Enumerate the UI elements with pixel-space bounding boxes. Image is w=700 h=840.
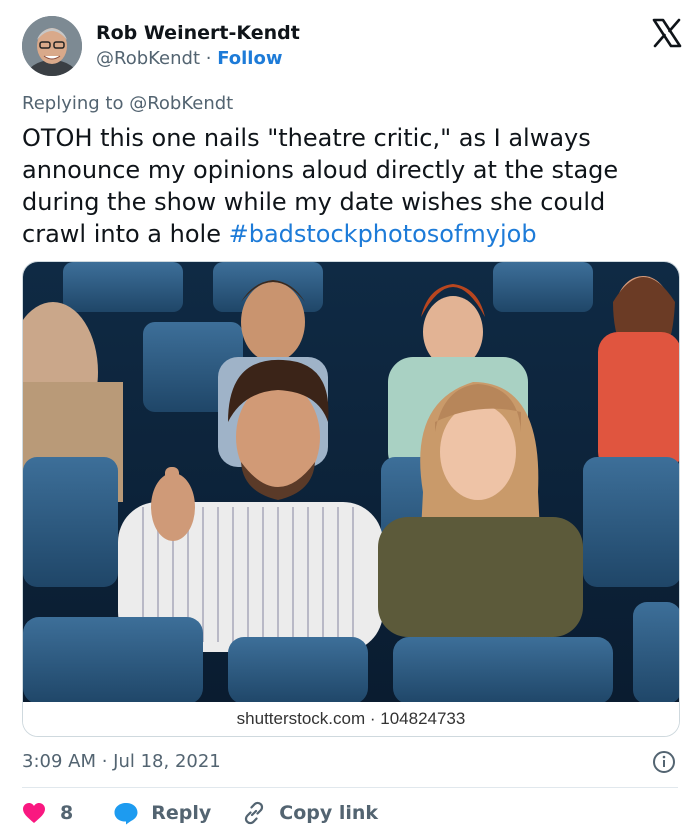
- replying-to: Replying to @RobKendt: [22, 93, 233, 114]
- tweet-photo[interactable]: shutterstock.com · 104824733: [22, 261, 680, 737]
- handle-separator: ·: [200, 48, 218, 69]
- theater-photo: [23, 262, 679, 704]
- tweet-timestamp[interactable]: 3:09 AM · Jul 18, 2021: [22, 751, 221, 772]
- reply-label: Reply: [151, 802, 212, 824]
- copy-link-label: Copy link: [279, 802, 379, 824]
- tweet-text: OTOH this one nails "theatre critic," as…: [22, 122, 672, 250]
- divider: [22, 787, 678, 788]
- author-handle-row: @RobKendt · Follow: [96, 48, 282, 69]
- follow-button[interactable]: Follow: [217, 48, 282, 69]
- tweet-header: Rob Weinert-Kendt @RobKendt · Follow: [22, 16, 682, 78]
- author-handle[interactable]: @RobKendt: [96, 48, 200, 69]
- author-name[interactable]: Rob Weinert-Kendt: [96, 22, 300, 44]
- like-button[interactable]: 8: [22, 802, 73, 824]
- replying-mention[interactable]: @RobKendt: [129, 93, 233, 114]
- photo-watermark: shutterstock.com · 104824733: [23, 702, 679, 736]
- copy-link-button[interactable]: Copy link: [241, 800, 378, 826]
- link-icon: [245, 801, 264, 825]
- avatar[interactable]: [22, 16, 82, 76]
- action-bar: 8 Reply Copy link: [22, 798, 378, 828]
- x-logo-icon[interactable]: [652, 18, 682, 48]
- reply-button[interactable]: Reply: [113, 801, 211, 825]
- replying-prefix: Replying to: [22, 93, 130, 114]
- like-count: 8: [60, 802, 74, 824]
- hashtag-link[interactable]: #badstockphotosofmyjob: [229, 220, 537, 248]
- heart-icon: [23, 803, 45, 823]
- info-icon[interactable]: [652, 750, 676, 774]
- reply-bubble-icon: [114, 803, 138, 825]
